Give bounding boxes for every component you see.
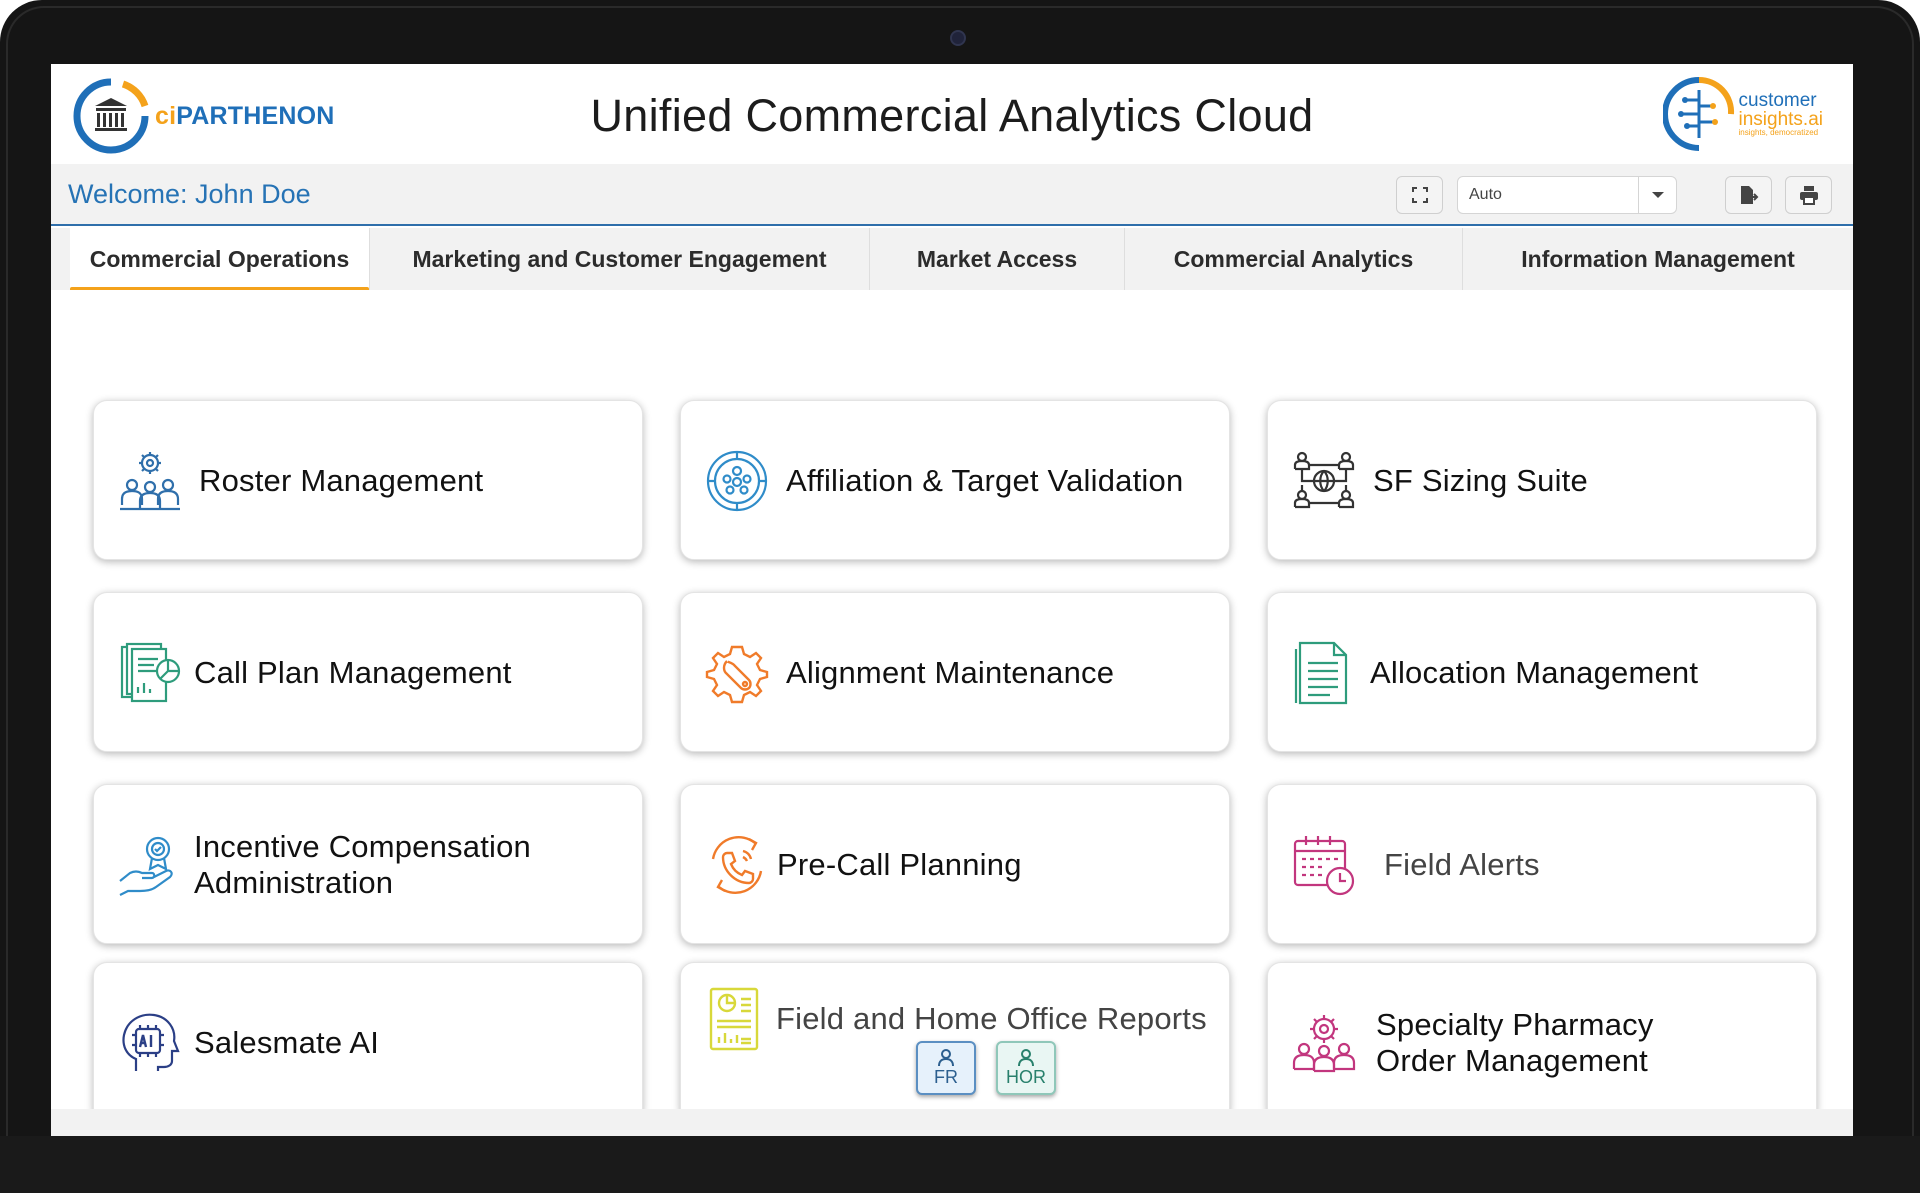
- people-gear-icon: [1292, 1015, 1356, 1073]
- network-circle-icon: [706, 450, 768, 512]
- module-card-field-home-office-reports[interactable]: Field and Home Office Reports FR HOR: [680, 962, 1230, 1122]
- module-card-sf-sizing-suite[interactable]: SF Sizing Suite: [1267, 400, 1817, 560]
- report-chart-icon: [709, 987, 759, 1051]
- tab-commercial-analytics[interactable]: Commercial Analytics: [1125, 228, 1463, 290]
- hand-award-icon: [119, 836, 173, 896]
- module-label: SF Sizing Suite: [1373, 462, 1588, 498]
- module-grid: Roster Management Affiliation & Target V…: [51, 290, 1853, 1122]
- home-office-reports-button[interactable]: HOR: [996, 1041, 1056, 1095]
- tab-information-management[interactable]: Information Management: [1463, 228, 1853, 290]
- module-card-alignment-maintenance[interactable]: Alignment Maintenance: [680, 592, 1230, 752]
- export-icon: [1740, 186, 1758, 204]
- wrench-gear-icon: [705, 645, 769, 704]
- print-button[interactable]: [1785, 176, 1832, 214]
- module-label: Salesmate AI: [194, 1024, 380, 1060]
- ai-head-icon: [122, 1013, 180, 1071]
- chevron-down-icon[interactable]: [1638, 177, 1676, 213]
- field-reports-label: FR: [934, 1066, 958, 1087]
- module-card-salesmate-ai[interactable]: Salesmate AI: [93, 962, 643, 1122]
- module-label: Affiliation & Target Validation: [786, 462, 1184, 498]
- module-label: Alignment Maintenance: [786, 654, 1115, 690]
- phone-refresh-icon: [711, 836, 763, 894]
- webcam: [950, 30, 966, 46]
- laptop-frame: ciPARTHENON Unified Commercial Analytics…: [0, 0, 1920, 1193]
- module-label: Pre-Call Planning: [777, 846, 1022, 882]
- module-label-line: Administration: [194, 865, 394, 900]
- home-office-reports-label: HOR: [1006, 1066, 1046, 1087]
- module-label: Roster Management: [199, 462, 484, 498]
- user-icon: [1018, 1048, 1034, 1066]
- category-tabs: Commercial Operations Marketing and Cust…: [51, 228, 1853, 293]
- globe-network-icon: [1293, 451, 1355, 509]
- module-label: Incentive Compensation Administration: [194, 785, 531, 945]
- welcome-message: Welcome: John Doe: [68, 179, 311, 209]
- module-label: Field Alerts: [1384, 846, 1540, 882]
- calendar-clock-icon: [1293, 836, 1355, 896]
- footer-strip: [51, 1109, 1853, 1136]
- tab-commercial-operations[interactable]: Commercial Operations: [70, 228, 370, 293]
- module-card-allocation-management[interactable]: Allocation Management: [1267, 592, 1817, 752]
- module-label-line: Incentive Compensation: [194, 828, 531, 864]
- module-card-incentive-compensation[interactable]: Incentive Compensation Administration: [93, 784, 643, 944]
- tab-marketing-customer-engagement[interactable]: Marketing and Customer Engagement: [370, 228, 870, 290]
- module-card-field-alerts[interactable]: Field Alerts: [1267, 784, 1817, 944]
- team-gear-icon: [120, 452, 180, 511]
- mode-select[interactable]: Auto: [1457, 176, 1677, 214]
- module-card-call-plan-management[interactable]: Call Plan Management: [93, 592, 643, 752]
- customer-insights-wordmark: customer insights.ai insights, democrati…: [1738, 90, 1824, 137]
- mode-select-value: Auto: [1469, 186, 1502, 203]
- tab-market-access[interactable]: Market Access: [870, 228, 1125, 290]
- customer-insights-logo[interactable]: customer insights.ai insights, democrati…: [1662, 76, 1824, 152]
- fullscreen-button[interactable]: [1396, 176, 1443, 214]
- app-header: ciPARTHENON Unified Commercial Analytics…: [51, 64, 1853, 164]
- module-card-affiliation-target-validation[interactable]: Affiliation & Target Validation: [680, 400, 1230, 560]
- documents-chart-icon: [120, 642, 181, 703]
- report-shortcut-buttons: FR HOR: [916, 1041, 1056, 1095]
- export-button[interactable]: [1725, 176, 1772, 214]
- module-label: Call Plan Management: [194, 654, 512, 690]
- welcome-bar: Welcome: John Doe Auto: [51, 164, 1853, 226]
- field-reports-button[interactable]: FR: [916, 1041, 976, 1095]
- module-card-specialty-pharmacy[interactable]: Specialty Pharmacy Order Management: [1267, 962, 1817, 1122]
- laptop-bottom-bezel: [0, 1136, 1920, 1193]
- app-screen: ciPARTHENON Unified Commercial Analytics…: [51, 64, 1853, 1136]
- module-label: Allocation Management: [1370, 654, 1699, 690]
- document-list-icon: [1294, 641, 1348, 705]
- expand-icon: [1411, 187, 1428, 203]
- module-card-roster-management[interactable]: Roster Management: [93, 400, 643, 560]
- module-label: Specialty Pharmacy Order Management: [1376, 963, 1654, 1123]
- user-icon: [938, 1048, 954, 1066]
- print-icon: [1799, 186, 1818, 205]
- circuit-logo-icon: [1662, 76, 1734, 151]
- module-label-line: Specialty Pharmacy: [1376, 1006, 1654, 1042]
- page-title: Unified Commercial Analytics Cloud: [590, 90, 1314, 141]
- module-card-pre-call-planning[interactable]: Pre-Call Planning: [680, 784, 1230, 944]
- module-label-line: Order Management: [1376, 1043, 1648, 1078]
